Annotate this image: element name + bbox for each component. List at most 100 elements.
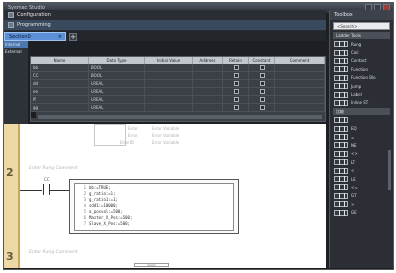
- rung-comment[interactable]: Enter Rung Comment: [29, 250, 78, 255]
- st-line[interactable]: 5 a_posval:=500;: [77, 209, 123, 214]
- var-comment[interactable]: [275, 88, 325, 95]
- var-name[interactable]: ff: [31, 96, 89, 103]
- ladder-editor[interactable]: Error Error ErrorID Error Variable Error…: [4, 124, 326, 268]
- compare-tool-item[interactable]: LT: [330, 158, 393, 166]
- col-retain[interactable]: Retain: [223, 57, 249, 64]
- nav-item-programming[interactable]: Programming: [4, 20, 326, 30]
- constant-checkbox[interactable]: [249, 104, 275, 111]
- constant-checkbox[interactable]: [249, 64, 275, 71]
- var-name[interactable]: bb: [31, 64, 89, 71]
- inline-st-block[interactable]: 1 bb:=TRUE; 2 g_ratio:=1; 3 g_ratio1:=1; 4s…: [69, 179, 239, 234]
- compare-tool-item[interactable]: <: [330, 166, 393, 174]
- var-initial[interactable]: [145, 64, 193, 71]
- st-line[interactable]: 6 Master_X_Pos:=500;: [77, 215, 133, 220]
- var-initial[interactable]: [145, 88, 193, 95]
- var-name[interactable]: gg: [31, 104, 89, 111]
- var-type[interactable]: BOOL: [89, 72, 145, 79]
- col-address[interactable]: Address: [193, 57, 223, 64]
- group-compare[interactable]: 比較: [333, 108, 390, 116]
- var-comment[interactable]: [275, 80, 325, 87]
- toolbox-scrollbar[interactable]: [388, 150, 391, 190]
- compare-tool-item[interactable]: >: [330, 200, 393, 208]
- st-line[interactable]: 7 Slave_X_Pos:=500;: [77, 221, 130, 226]
- compare-tool-item[interactable]: NE: [330, 141, 393, 149]
- scope-external[interactable]: External: [4, 48, 28, 55]
- table-row[interactable]: dd LREAL: [31, 80, 325, 88]
- ladder-tool-item[interactable]: Contact: [330, 57, 393, 65]
- var-address[interactable]: [193, 104, 223, 111]
- ladder-tool-item[interactable]: Coil: [330, 48, 393, 56]
- scope-internal[interactable]: Internal: [4, 41, 28, 48]
- compare-tool-item[interactable]: GE: [330, 208, 393, 216]
- var-comment[interactable]: [275, 64, 325, 71]
- tab-section0[interactable]: Section0 ×: [4, 32, 66, 41]
- add-tab-button[interactable]: +: [69, 33, 77, 41]
- var-type[interactable]: LREAL: [89, 104, 145, 111]
- st-line[interactable]: 2 g_ratio:=1;: [77, 191, 116, 196]
- compare-tool-item[interactable]: =: [330, 133, 393, 141]
- table-row[interactable]: ff LREAL: [31, 96, 325, 104]
- st-line[interactable]: 1 bb:=TRUE;: [77, 185, 111, 190]
- contact-cc[interactable]: [39, 184, 67, 195]
- retain-checkbox[interactable]: [223, 64, 249, 71]
- constant-checkbox[interactable]: [249, 72, 275, 79]
- var-name[interactable]: CC: [31, 72, 89, 79]
- compare-tool-item[interactable]: LE: [330, 175, 393, 183]
- ladder-tool-item[interactable]: Inline ST: [330, 99, 393, 107]
- col-data-type[interactable]: Data Type: [89, 57, 145, 64]
- ladder-tool-item[interactable]: Function Blo: [330, 74, 393, 82]
- table-row[interactable]: ee LREAL: [31, 88, 325, 96]
- table-row[interactable]: gg LREAL: [31, 104, 325, 112]
- var-comment[interactable]: [275, 72, 325, 79]
- var-address[interactable]: [193, 80, 223, 87]
- st-line[interactable]: 4 sdd1:=10000;: [77, 203, 118, 208]
- var-initial[interactable]: [145, 104, 193, 111]
- var-comment[interactable]: [275, 104, 325, 111]
- compare-tool-item[interactable]: <>: [330, 150, 393, 158]
- var-type[interactable]: LREAL: [89, 80, 145, 87]
- compare-tool-item[interactable]: GT: [330, 192, 393, 200]
- nav-item-configuration[interactable]: Configuration: [4, 10, 326, 20]
- col-constant[interactable]: Constant: [249, 57, 275, 64]
- var-initial[interactable]: [145, 80, 193, 87]
- var-name[interactable]: ee: [31, 88, 89, 95]
- var-address[interactable]: [193, 64, 223, 71]
- table-row[interactable]: bb BOOL: [31, 64, 325, 72]
- compare-tool-item[interactable]: [330, 116, 393, 124]
- constant-checkbox[interactable]: [249, 80, 275, 87]
- var-address[interactable]: [193, 72, 223, 79]
- var-type[interactable]: BOOL: [89, 64, 145, 71]
- st-editor[interactable]: 1 bb:=TRUE; 2 g_ratio:=1; 3 g_ratio1:=1; 4s…: [74, 183, 234, 231]
- zoom-control[interactable]: zoom: [134, 263, 169, 267]
- var-type[interactable]: LREAL: [89, 96, 145, 103]
- retain-checkbox[interactable]: [223, 88, 249, 95]
- close-icon[interactable]: ×: [58, 34, 62, 40]
- compare-tool-item[interactable]: <=: [330, 183, 393, 191]
- constant-checkbox[interactable]: [249, 88, 275, 95]
- col-initial-value[interactable]: Initial Value: [145, 57, 193, 64]
- var-type[interactable]: LREAL: [89, 88, 145, 95]
- var-comment[interactable]: [275, 96, 325, 103]
- ladder-tool-item[interactable]: Jump: [330, 82, 393, 90]
- var-address[interactable]: [193, 96, 223, 103]
- var-initial[interactable]: [145, 96, 193, 103]
- ladder-tool-item[interactable]: Label: [330, 90, 393, 98]
- toolbox-search-input[interactable]: <Search>: [333, 22, 390, 30]
- retain-checkbox[interactable]: [223, 80, 249, 87]
- var-name[interactable]: dd: [31, 80, 89, 87]
- retain-checkbox[interactable]: [223, 72, 249, 79]
- retain-checkbox[interactable]: [223, 104, 249, 111]
- st-line[interactable]: 3 g_ratio1:=1;: [77, 197, 118, 202]
- var-address[interactable]: [193, 88, 223, 95]
- ladder-tool-item[interactable]: Function: [330, 65, 393, 73]
- var-initial[interactable]: [145, 72, 193, 79]
- col-comment[interactable]: Comment: [275, 57, 325, 64]
- ladder-tool-item[interactable]: Rung: [330, 40, 393, 48]
- table-scrollbar[interactable]: [38, 115, 322, 119]
- table-row[interactable]: CC BOOL: [31, 72, 325, 80]
- constant-checkbox[interactable]: [249, 96, 275, 103]
- compare-tool-item[interactable]: EQ: [330, 125, 393, 133]
- col-name[interactable]: Name: [31, 57, 89, 64]
- rung-comment[interactable]: Enter Rung Comment: [29, 166, 78, 171]
- retain-checkbox[interactable]: [223, 96, 249, 103]
